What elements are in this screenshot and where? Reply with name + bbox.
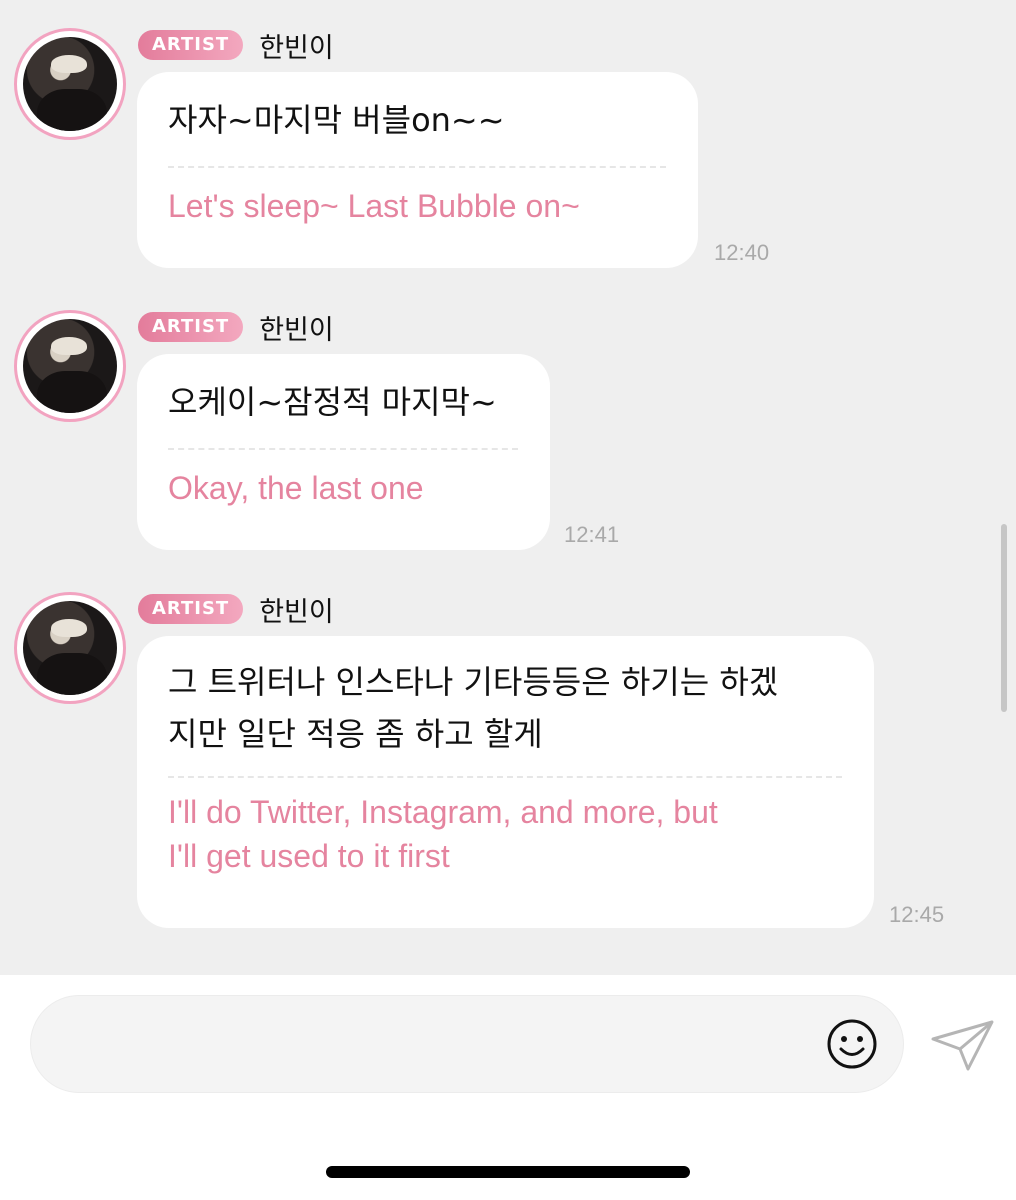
avatar-photo xyxy=(23,601,117,695)
message-item: ARTIST 한빈이 그 트위터나 인스타나 기타등등은 하기는 하겠 지만 일… xyxy=(0,592,1016,932)
chat-area: ARTIST 한빈이 자자~마지막 버블on~~ Let's sleep~ La… xyxy=(0,0,1016,975)
message-korean-text: 지만 일단 적응 좀 하고 할게 xyxy=(168,715,543,753)
message-translation-text: I'll get used to it first xyxy=(168,838,450,874)
sender-name: 한빈이 xyxy=(259,314,334,346)
paper-plane-icon[interactable] xyxy=(930,1019,996,1073)
message-item: ARTIST 한빈이 자자~마지막 버블on~~ Let's sleep~ La… xyxy=(0,28,1016,278)
message-translation-text: I'll do Twitter, Instagram, and more, bu… xyxy=(168,794,718,830)
message-input[interactable] xyxy=(30,995,904,1093)
message-translation-text: Let's sleep~ Last Bubble on~ xyxy=(168,188,580,224)
avatar-photo xyxy=(23,319,117,413)
message-bubble[interactable]: 오케이~잠정적 마지막~ Okay, the last one xyxy=(137,354,550,550)
message-composer xyxy=(0,975,1016,1200)
message-bubble[interactable]: 그 트위터나 인스타나 기타등등은 하기는 하겠 지만 일단 적응 좀 하고 할… xyxy=(137,636,874,928)
message-time: 12:41 xyxy=(564,522,620,547)
translation-divider xyxy=(168,166,666,168)
message-header: ARTIST 한빈이 xyxy=(138,592,334,628)
translation-divider xyxy=(168,776,842,778)
scrollbar[interactable] xyxy=(1001,524,1007,712)
message-header: ARTIST 한빈이 xyxy=(138,310,334,346)
message-korean-text: 그 트위터나 인스타나 기타등등은 하기는 하겠 xyxy=(168,663,779,701)
artist-badge: ARTIST xyxy=(138,30,244,60)
message-translation-text: Okay, the last one xyxy=(168,470,424,506)
avatar[interactable] xyxy=(14,592,126,704)
message-header: ARTIST 한빈이 xyxy=(138,28,334,64)
artist-badge: ARTIST xyxy=(138,312,244,342)
sender-name: 한빈이 xyxy=(259,596,334,628)
translation-divider xyxy=(168,448,518,450)
message-bubble[interactable]: 자자~마지막 버블on~~ Let's sleep~ Last Bubble o… xyxy=(137,72,698,268)
message-korean-text: 오케이~잠정적 마지막~ xyxy=(168,383,497,421)
avatar[interactable] xyxy=(14,28,126,140)
message-time: 12:40 xyxy=(714,240,770,265)
message-item: ARTIST 한빈이 오케이~잠정적 마지막~ Okay, the last o… xyxy=(0,310,1016,560)
avatar[interactable] xyxy=(14,310,126,422)
sender-name: 한빈이 xyxy=(259,32,334,64)
message-korean-text: 자자~마지막 버블on~~ xyxy=(168,101,505,139)
avatar-photo xyxy=(23,37,117,131)
home-indicator xyxy=(326,1166,690,1178)
artist-badge: ARTIST xyxy=(138,594,244,624)
smiley-icon[interactable] xyxy=(826,1018,878,1070)
message-time: 12:45 xyxy=(889,902,945,927)
